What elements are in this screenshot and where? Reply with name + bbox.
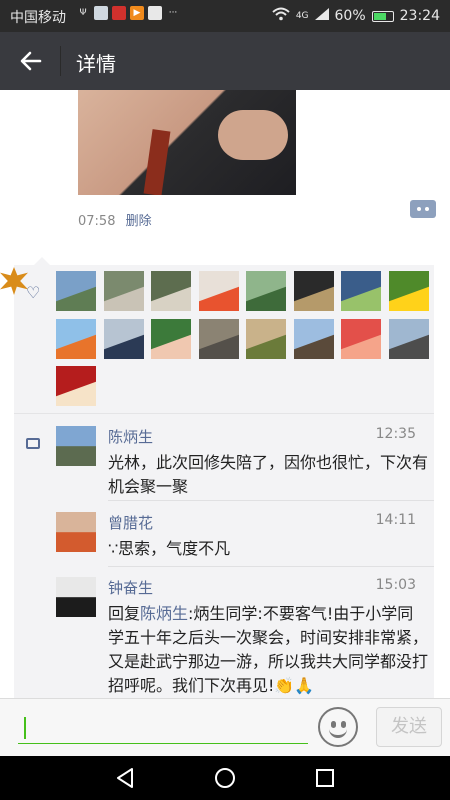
- page-title: 详情: [76, 52, 116, 76]
- reply-mention[interactable]: 陈炳生: [140, 604, 188, 623]
- title-bar: 详情: [0, 32, 450, 90]
- comment-time: 12:35: [375, 426, 416, 442]
- battery-percent: 60%: [334, 8, 366, 24]
- input-bar: 发送: [0, 698, 450, 757]
- commenter-avatar[interactable]: [56, 512, 96, 552]
- battery-icon: [371, 10, 394, 22]
- likes-panel: ♡: [0, 257, 434, 413]
- commenter-name[interactable]: 陈炳生: [108, 426, 153, 447]
- liker-avatar[interactable]: [56, 318, 96, 359]
- comment-text: 光林，此次回修失陪了，因你也很忙，下次有机会聚一聚: [108, 453, 429, 496]
- maple-leaf-decoration: [0, 267, 28, 295]
- network-type: 4G: [295, 11, 309, 21]
- comment-input[interactable]: [18, 713, 308, 744]
- liker-avatar[interactable]: [56, 366, 96, 406]
- news-app-icon: [112, 6, 126, 20]
- liker-avatar[interactable]: [103, 318, 144, 359]
- post-time: 07:58: [78, 214, 116, 229]
- comment-icon: [26, 438, 40, 449]
- play-icon: ▶: [130, 6, 144, 20]
- carrier-label: 中国移动: [10, 10, 66, 26]
- usb-icon: Ψ: [79, 8, 87, 18]
- wifi-icon: [272, 7, 290, 25]
- clock: 23:24: [399, 8, 440, 24]
- liker-avatar[interactable]: [246, 271, 286, 311]
- commenter-name[interactable]: 曾腊花: [108, 512, 153, 533]
- comment-text: 回复陈炳生:炳生同学:不要客气!由于小学同学五十年之后头一次聚会，时间安排非常紧…: [108, 602, 428, 698]
- post-meta: 07:58 删除: [78, 210, 152, 229]
- notification-icons: Ψ ▶ ···: [76, 6, 180, 20]
- liker-avatar[interactable]: [246, 318, 286, 359]
- comment-action-button[interactable]: [410, 200, 436, 218]
- post-photo[interactable]: [78, 90, 296, 195]
- liker-avatar[interactable]: [151, 318, 191, 359]
- liker-avatar[interactable]: [388, 271, 429, 311]
- photo-tie: [143, 129, 171, 195]
- liker-avatar[interactable]: [293, 271, 334, 311]
- back-arrow-icon[interactable]: [18, 48, 44, 74]
- liker-avatar[interactable]: [103, 271, 144, 311]
- title-divider: [60, 46, 61, 76]
- liker-avatar[interactable]: [56, 271, 96, 311]
- liker-avatar[interactable]: [151, 271, 191, 311]
- chat-app-icon: [148, 6, 162, 20]
- weather-icon: [94, 6, 108, 20]
- heart-icon: ♡: [26, 283, 41, 302]
- liker-avatar[interactable]: [293, 318, 334, 359]
- liker-avatar[interactable]: [198, 271, 239, 311]
- liker-avatar[interactable]: [341, 318, 381, 359]
- photo-hand: [218, 110, 288, 160]
- send-button[interactable]: 发送: [376, 707, 442, 747]
- comments-list: 陈炳生 12:35 光林，此次回修失陪了，因你也很忙，下次有机会聚一聚 曾腊花 …: [14, 413, 434, 699]
- liker-avatar[interactable]: [198, 318, 239, 359]
- commenter-name[interactable]: 钟奋生: [108, 577, 153, 598]
- system-nav-bar: [0, 756, 450, 800]
- liker-avatar[interactable]: [388, 318, 429, 359]
- reply-prefix: 回复: [108, 604, 141, 623]
- comment-text: ∵思索，气度不凡: [108, 539, 231, 558]
- more-icon: ···: [168, 8, 178, 18]
- delete-link[interactable]: 删除: [126, 214, 152, 229]
- text-caret: [24, 717, 26, 739]
- comment-time: 14:11: [375, 512, 416, 528]
- commenter-avatar[interactable]: [56, 426, 96, 466]
- signal-icon: [314, 8, 329, 24]
- nav-home-icon[interactable]: [214, 767, 236, 789]
- nav-recents-icon[interactable]: [314, 767, 336, 789]
- status-bar: 中国移动 Ψ ▶ ··· 4G 60% 23:24: [0, 0, 450, 32]
- emoji-icon[interactable]: [318, 707, 358, 747]
- commenter-avatar[interactable]: [56, 577, 96, 617]
- nav-back-icon[interactable]: [114, 767, 136, 789]
- liker-avatar[interactable]: [341, 271, 381, 311]
- comment-separator: [108, 500, 434, 501]
- comment-separator: [108, 566, 434, 567]
- comment-time: 15:03: [375, 577, 416, 593]
